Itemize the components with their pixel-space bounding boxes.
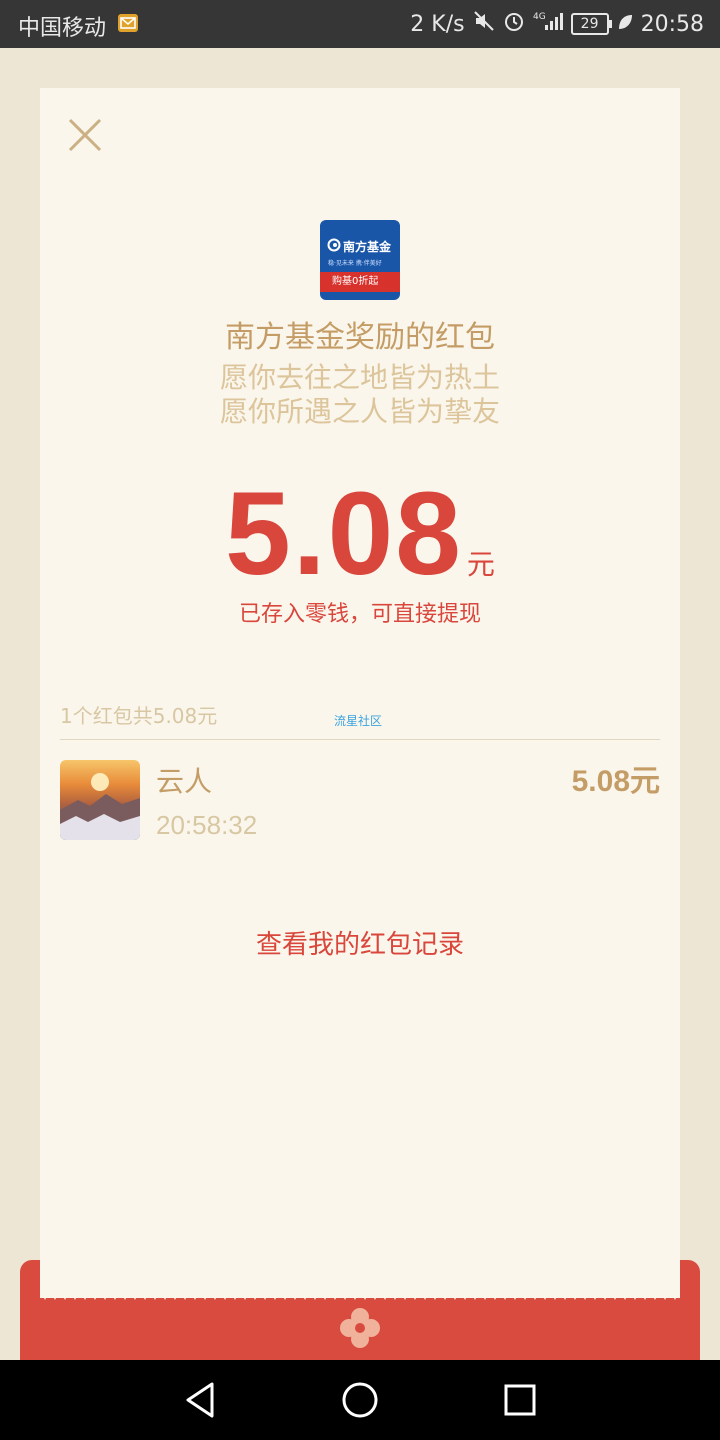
leaf-icon bbox=[617, 12, 633, 37]
mail-notification-icon bbox=[118, 14, 138, 32]
logo-slogan: 稳·见未来 携·伴美好 bbox=[328, 260, 382, 267]
red-packet-card: 南方基金 稳·见未来 携·伴美好 购基0折起 南方基金奖励的红包 愿你去往之地皆… bbox=[40, 88, 680, 1298]
packet-summary: 1个红包共5.08元 bbox=[60, 704, 218, 728]
avatar[interactable] bbox=[60, 760, 140, 840]
swirl-icon bbox=[327, 238, 341, 252]
view-history-link[interactable]: 查看我的红包记录 bbox=[40, 924, 680, 961]
clock: 20:58 bbox=[640, 11, 704, 37]
mute-icon bbox=[473, 10, 495, 38]
home-button[interactable] bbox=[338, 1378, 382, 1422]
watermark: 流星社区 bbox=[334, 714, 383, 728]
stored-note: 已存入零钱，可直接提现 bbox=[238, 602, 481, 627]
flower-emblem-icon[interactable] bbox=[338, 1306, 382, 1350]
divider bbox=[60, 739, 660, 740]
carrier-name: 中国移动 bbox=[18, 16, 107, 41]
system-nav-bar bbox=[0, 1360, 720, 1440]
back-button[interactable] bbox=[178, 1378, 222, 1422]
sender-logo: 南方基金 稳·见未来 携·伴美好 购基0折起 bbox=[320, 220, 400, 300]
close-button[interactable] bbox=[68, 118, 102, 152]
amount-display: 5.08 元 bbox=[40, 466, 680, 602]
blessing-line-2: 愿你所遇之人皆为挚友 bbox=[219, 395, 500, 428]
network-speed: 2 K/s bbox=[410, 11, 465, 37]
battery-icon: 29 bbox=[570, 13, 612, 35]
back-icon bbox=[186, 1382, 214, 1418]
recents-icon bbox=[504, 1384, 536, 1416]
home-icon bbox=[342, 1382, 378, 1418]
receiver-name: 云人 bbox=[156, 765, 213, 798]
signal-icon: 4G bbox=[533, 10, 563, 38]
alarm-icon bbox=[503, 10, 525, 38]
received-amount: 5.08元 bbox=[571, 765, 660, 798]
network-type: 4G bbox=[533, 12, 546, 22]
scalloped-edge bbox=[40, 1290, 680, 1300]
close-icon bbox=[68, 118, 102, 152]
logo-brand: 南方基金 bbox=[343, 240, 392, 254]
amount-value: 5.08 bbox=[225, 468, 463, 600]
receive-time: 20:58:32 bbox=[156, 810, 258, 840]
sender-title: 南方基金奖励的红包 bbox=[225, 320, 495, 355]
status-bar: 中国移动 2 K/s 4G 29 20:58 bbox=[0, 0, 720, 48]
logo-band: 购基0折起 bbox=[320, 272, 400, 292]
status-right: 2 K/s 4G 29 20:58 bbox=[410, 10, 704, 38]
mountain-image bbox=[60, 773, 140, 840]
amount-unit: 元 bbox=[466, 548, 495, 581]
recents-button[interactable] bbox=[498, 1378, 542, 1422]
